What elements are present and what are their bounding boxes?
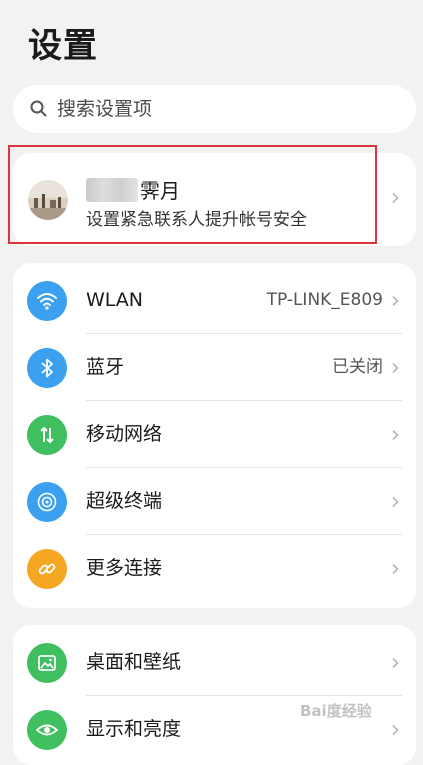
avatar [28,180,68,220]
display-group: 桌面和壁纸 显示和亮度 [13,625,416,765]
settings-item-label: 蓝牙 [86,356,125,378]
page-title: 设置 [28,26,98,66]
chevron-right-icon [392,564,399,574]
settings-item-label: 移动网络 [86,423,163,445]
wifi-icon [27,281,67,321]
chevron-right-icon [392,430,399,440]
mobile-data-icon [27,415,67,455]
chevron-right-icon [392,725,399,735]
settings-item-bluetooth[interactable]: 蓝牙 已关闭 [13,334,416,401]
settings-item-more-connections[interactable]: 更多连接 [13,535,416,602]
settings-item-wlan[interactable]: WLAN TP-LINK_E809 [13,267,416,334]
settings-item-value: TP-LINK_E809 [266,290,383,310]
settings-item-label: 桌面和壁纸 [86,651,182,673]
chevron-right-icon [392,363,399,373]
settings-item-label: 超级终端 [86,490,163,512]
eye-icon [27,710,67,750]
chevron-right-icon [392,193,399,203]
account-name: 霁月 [86,175,180,204]
name-redaction [86,177,138,202]
chevron-right-icon [392,497,399,507]
account-subtitle: 设置紧急联系人提升帐号安全 [86,210,307,230]
link-icon [27,549,67,589]
settings-item-super-device[interactable]: 超级终端 [13,468,416,535]
chevron-right-icon [392,658,399,668]
super-device-icon [27,482,67,522]
settings-item-mobile-network[interactable]: 移动网络 [13,401,416,468]
settings-item-label: 更多连接 [86,557,163,579]
settings-item-wallpaper[interactable]: 桌面和壁纸 [13,629,416,696]
account-name-text: 霁月 [140,179,180,203]
search-input[interactable] [55,97,359,121]
chevron-right-icon [392,296,399,306]
search-bar[interactable] [13,85,416,133]
settings-item-label: 显示和亮度 [86,718,182,740]
search-icon [30,100,47,117]
bluetooth-icon [27,348,67,388]
network-group: WLAN TP-LINK_E809 蓝牙 已关闭 移动网络 超级终端 更多连接 [13,263,416,608]
account-card[interactable]: 霁月 设置紧急联系人提升帐号安全 [13,153,416,246]
watermark: Bai度经验 [300,702,372,720]
settings-item-value: 已关闭 [332,357,383,377]
settings-item-label: WLAN [86,289,144,311]
wallpaper-icon [27,643,67,683]
